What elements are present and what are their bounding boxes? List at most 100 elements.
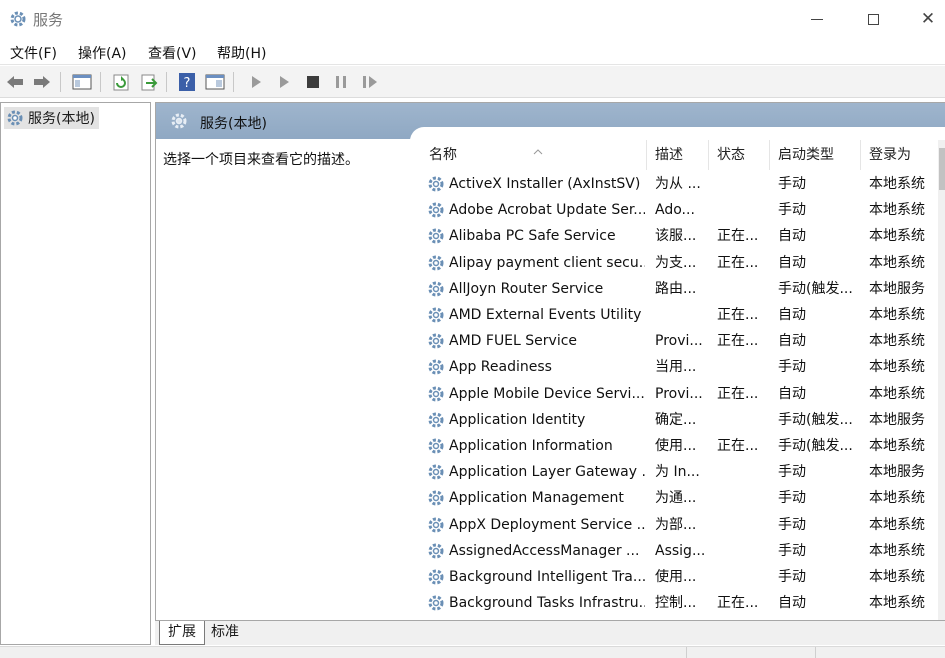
service-logon-as: 本地系统 xyxy=(869,359,925,376)
column-header-name[interactable]: 名称 xyxy=(421,140,647,170)
service-description: 为通... xyxy=(655,490,697,507)
table-row[interactable]: AMD External Events Utility 正在... 自动 本地系统 xyxy=(421,302,937,328)
maximize-button[interactable] xyxy=(850,0,896,38)
table-row[interactable]: AMD FUEL Service Provi... 正在... 自动 本地系统 xyxy=(421,328,937,354)
table-row[interactable]: AllJoyn Router Service 路由... 手动(触发... 本地服务 xyxy=(421,276,937,302)
service-name: Alibaba PC Safe Service xyxy=(449,228,616,245)
title-bar: 服务 ✕ xyxy=(0,0,945,38)
service-logon-as: 本地系统 xyxy=(869,385,925,402)
help-icon[interactable]: ? xyxy=(176,71,198,93)
service-logon-as: 本地系统 xyxy=(869,569,925,585)
close-button[interactable]: ✕ xyxy=(905,0,945,38)
service-logon-as: 本地系统 xyxy=(869,254,925,271)
forward-arrow-icon[interactable] xyxy=(31,71,53,93)
menu-action[interactable]: 操作(A) xyxy=(78,43,127,63)
service-name: Application Management xyxy=(449,490,624,507)
service-gear-icon xyxy=(427,254,445,272)
vertical-scrollbar[interactable] xyxy=(938,140,945,620)
column-header-startup-type[interactable]: 启动类型 xyxy=(770,140,861,170)
table-row[interactable]: Application Identity 确定... 手动(触发... 本地服务 xyxy=(421,407,937,433)
service-startup-type: 自动 xyxy=(778,385,806,402)
service-startup-type: 手动 xyxy=(778,490,806,507)
stop-service-icon[interactable] xyxy=(302,71,324,93)
service-gear-icon xyxy=(427,385,445,403)
service-status xyxy=(717,459,771,485)
services-list: 名称 描述 状态 启动类型 登录为 ActiveX Installer (AxI… xyxy=(421,140,945,620)
scrollbar-thumb[interactable] xyxy=(939,148,945,190)
service-gear-icon xyxy=(427,542,445,560)
table-row[interactable]: AppX Deployment Service ... 为部... 手动 本地系统 xyxy=(421,512,937,538)
service-name: Background Tasks Infrastru... xyxy=(449,595,645,612)
tab-extended[interactable]: 扩展 xyxy=(159,621,205,645)
table-row[interactable]: Background Tasks Infrastru... 控制... 正在... 自… xyxy=(421,590,937,616)
table-row[interactable]: AssignedAccessManager ... Assig... 手动 本地系统 xyxy=(421,538,937,564)
toolbar-separator xyxy=(233,72,234,92)
service-status xyxy=(717,171,771,197)
menu-view[interactable]: 查看(V) xyxy=(148,43,197,63)
service-startup-type: 手动 xyxy=(778,464,806,481)
table-row[interactable]: Apple Mobile Device Servi... Provi... 正在..… xyxy=(421,381,937,407)
service-name: AMD External Events Utility xyxy=(449,307,642,323)
service-name: Application Layer Gateway ... xyxy=(449,464,645,481)
service-name: AppX Deployment Service ... xyxy=(449,516,645,533)
table-row[interactable]: Application Information 使用... 正在... 手动(触发..… xyxy=(421,433,937,459)
table-row[interactable]: Application Management 为通... 手动 本地系统 xyxy=(421,485,937,511)
table-row[interactable]: App Readiness 当用... 手动 本地系统 xyxy=(421,354,937,380)
column-header-logon-as[interactable]: 登录为 xyxy=(861,140,937,170)
tree-item-services-local[interactable]: 服务(本地) xyxy=(4,107,99,129)
service-description: Assig... xyxy=(655,542,706,559)
service-status: 正在... xyxy=(717,307,759,323)
tab-standard[interactable]: 标准 xyxy=(203,621,247,645)
pane-header-notch xyxy=(410,127,945,141)
service-name: AllJoyn Router Service xyxy=(449,280,604,297)
service-logon-as: 本地系统 xyxy=(869,202,925,219)
table-row[interactable]: Adobe Acrobat Update Ser... Ado... 手动 本地系统 xyxy=(421,197,937,223)
service-description: 确定... xyxy=(655,411,697,428)
table-row[interactable]: ActiveX Installer (AxInstSV) 为从 ... 手动 本地系统 xyxy=(421,171,937,197)
table-row[interactable]: Alipay payment client secu... 为支... 正在... 自… xyxy=(421,250,937,276)
back-arrow-icon[interactable] xyxy=(4,71,26,93)
service-name: AssignedAccessManager ... xyxy=(449,542,640,559)
restart-service-icon[interactable] xyxy=(359,71,381,93)
service-startup-type: 自动 xyxy=(778,595,806,612)
service-description xyxy=(655,302,709,328)
table-row[interactable]: Alibaba PC Safe Service 该服... 正在... 自动 本地系统 xyxy=(421,223,937,249)
pause-service-icon[interactable] xyxy=(330,71,352,93)
menu-help[interactable]: 帮助(H) xyxy=(217,43,266,63)
service-description: 该服... xyxy=(655,228,697,245)
service-gear-icon xyxy=(427,358,445,376)
refresh-icon[interactable] xyxy=(110,71,132,93)
table-row[interactable]: Background Intelligent Tra... 使用... 手动 本地系统 xyxy=(421,564,937,590)
service-description: 使用... xyxy=(655,438,697,454)
column-header-label: 启动类型 xyxy=(778,147,834,163)
show-hide-console-tree-icon[interactable] xyxy=(71,71,93,93)
service-logon-as: 本地系统 xyxy=(869,228,925,245)
properties-pane-icon[interactable] xyxy=(204,71,226,93)
column-header-description[interactable]: 描述 xyxy=(647,140,709,170)
column-header-status[interactable]: 状态 xyxy=(709,140,770,170)
export-list-icon[interactable] xyxy=(138,71,160,93)
service-gear-icon xyxy=(427,227,445,245)
toolbar-separator xyxy=(100,72,101,92)
start-service-alt-icon[interactable] xyxy=(273,71,295,93)
service-status xyxy=(717,564,771,590)
service-description: Provi... xyxy=(655,333,703,350)
menu-file[interactable]: 文件(F) xyxy=(10,43,57,63)
service-logon-as: 本地系统 xyxy=(869,595,925,612)
start-service-icon[interactable] xyxy=(245,71,267,93)
service-status xyxy=(717,407,771,433)
table-row[interactable]: Application Layer Gateway ... 为 In... 手动 本地… xyxy=(421,459,937,485)
services-pane: 服务(本地) 选择一个项目来查看它的描述。 名称 描述 状态 启动类型 登录为 … xyxy=(155,102,945,620)
service-status xyxy=(717,538,771,564)
service-name: Application Identity xyxy=(449,411,586,428)
service-status: 正在... xyxy=(717,438,759,454)
service-startup-type: 手动(触发... xyxy=(778,411,853,428)
service-startup-type: 手动(触发... xyxy=(778,280,853,297)
minimize-button[interactable] xyxy=(794,0,840,38)
service-gear-icon xyxy=(427,175,445,193)
service-status: 正在... xyxy=(717,595,759,612)
service-startup-type: 手动 xyxy=(778,569,806,585)
service-logon-as: 本地服务 xyxy=(869,464,925,481)
service-logon-as: 本地系统 xyxy=(869,516,925,533)
service-description: 为部... xyxy=(655,516,697,533)
